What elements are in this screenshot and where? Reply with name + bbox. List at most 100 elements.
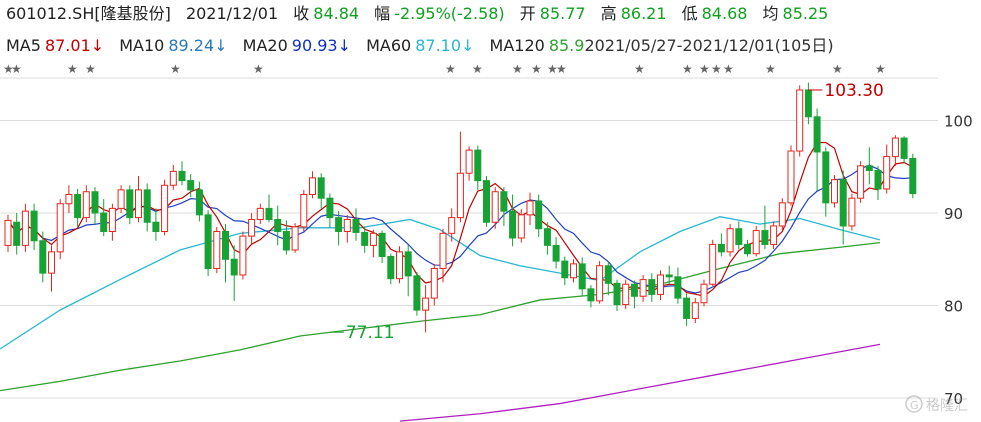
candle-body bbox=[335, 217, 343, 232]
star-marker: ★ bbox=[723, 62, 734, 76]
candle-body bbox=[848, 197, 856, 227]
star-marker: ★ bbox=[531, 62, 542, 76]
candle-body bbox=[361, 231, 369, 246]
star-marker: ★ bbox=[67, 62, 78, 76]
candle-body bbox=[213, 231, 221, 269]
candle-body bbox=[613, 282, 621, 306]
candlestick-chart: ★★ ★ ★ ★ ★ ★ ★ ★ ★ ★★ ★ ★ ★ ★ ★ ★ ★ ★ 100908070 103.3077.… bbox=[0, 62, 973, 422]
candle-body bbox=[717, 243, 725, 253]
y-tick-label: 80 bbox=[944, 298, 963, 316]
candle-body bbox=[891, 137, 899, 158]
candle-body bbox=[839, 179, 847, 227]
star-marker: ★ bbox=[875, 62, 886, 76]
star-marker: ★ bbox=[832, 62, 843, 76]
candle-body bbox=[4, 219, 12, 246]
candle-body bbox=[491, 191, 499, 223]
candle-body bbox=[65, 194, 73, 205]
candle-body bbox=[187, 180, 195, 191]
candle-body bbox=[900, 137, 908, 159]
candle-body bbox=[604, 265, 612, 284]
candle-body bbox=[909, 157, 917, 195]
candle-body bbox=[691, 302, 699, 319]
candle-body bbox=[883, 156, 891, 190]
star-marker: ★ bbox=[11, 62, 22, 76]
candle-body bbox=[309, 177, 316, 196]
candle-body bbox=[274, 218, 282, 233]
candle-body bbox=[48, 251, 55, 274]
candle-body bbox=[526, 200, 534, 216]
candle-body bbox=[831, 179, 838, 204]
star-marker: ★ bbox=[634, 62, 645, 76]
star-marker: ★ bbox=[699, 62, 710, 76]
candle-body bbox=[91, 191, 99, 214]
candle-body bbox=[178, 170, 186, 182]
candle-body bbox=[143, 189, 151, 223]
candle-body bbox=[248, 218, 256, 237]
candle-body bbox=[630, 283, 638, 297]
candle-body bbox=[622, 283, 630, 306]
candle-body bbox=[648, 279, 656, 295]
candle-body bbox=[404, 251, 412, 277]
candle-body bbox=[474, 149, 482, 182]
candle-body bbox=[430, 268, 438, 299]
candle-body bbox=[265, 207, 273, 220]
candle-body bbox=[500, 191, 508, 212]
candle-body bbox=[543, 228, 551, 246]
candle-body bbox=[195, 189, 203, 216]
candle-body bbox=[735, 228, 743, 245]
candle-body bbox=[456, 172, 464, 219]
candle-body bbox=[169, 170, 177, 186]
watermark-logo: G 格隆汇 bbox=[905, 395, 968, 414]
candle-body bbox=[874, 169, 882, 190]
candle-body bbox=[570, 263, 577, 279]
star-marker: ★ bbox=[472, 62, 483, 76]
candle-body bbox=[256, 207, 264, 220]
candle-body bbox=[517, 214, 525, 239]
star-marker: ★ bbox=[85, 62, 96, 76]
candle-body bbox=[865, 165, 873, 171]
candle-body bbox=[378, 232, 386, 257]
candle-body bbox=[413, 275, 421, 311]
candle-body bbox=[726, 228, 734, 253]
high-label: 103.30 bbox=[824, 81, 883, 101]
candle-body bbox=[587, 288, 595, 302]
candle-body bbox=[552, 244, 560, 262]
candle-body bbox=[639, 279, 647, 297]
candle-body bbox=[343, 218, 351, 233]
candle-body bbox=[683, 297, 691, 319]
svg-text:G: G bbox=[910, 399, 919, 412]
candle-body bbox=[291, 226, 299, 251]
candle-body bbox=[352, 218, 360, 233]
star-marker: ★ bbox=[711, 62, 722, 76]
star-marker: ★ bbox=[682, 62, 693, 76]
star-marker: ★ bbox=[556, 62, 567, 76]
y-tick-label: 100 bbox=[944, 113, 973, 131]
candle-body bbox=[578, 263, 586, 290]
candle-body bbox=[439, 232, 447, 270]
candle-body bbox=[422, 297, 430, 311]
candle-body bbox=[39, 240, 47, 274]
event-markers: ★★ ★ ★ ★ ★ ★ ★ ★ ★ ★★ ★ ★ ★ ★ ★ ★ ★ ★ bbox=[3, 62, 886, 76]
candle-body bbox=[761, 230, 769, 245]
candle-body bbox=[317, 177, 325, 199]
star-marker: ★ bbox=[170, 62, 181, 76]
candle-body bbox=[326, 197, 334, 219]
svg-text:格隆汇: 格隆汇 bbox=[926, 398, 968, 414]
ma120-line bbox=[399, 343, 881, 422]
candle-body bbox=[135, 189, 142, 219]
candle-body bbox=[387, 255, 395, 280]
candle-body bbox=[204, 214, 212, 270]
star-marker: ★ bbox=[512, 62, 523, 76]
y-tick-label: 90 bbox=[944, 205, 963, 223]
candle-body bbox=[822, 151, 830, 204]
candle-body bbox=[396, 251, 403, 280]
candle-body bbox=[813, 116, 821, 153]
candle-body bbox=[657, 274, 664, 295]
candle-body bbox=[535, 200, 543, 230]
star-marker: ★ bbox=[765, 62, 776, 76]
candle-body bbox=[117, 189, 125, 209]
candle-body bbox=[448, 217, 456, 234]
candle-body bbox=[700, 283, 708, 304]
candle-body bbox=[744, 243, 751, 255]
candle-body bbox=[752, 230, 760, 255]
